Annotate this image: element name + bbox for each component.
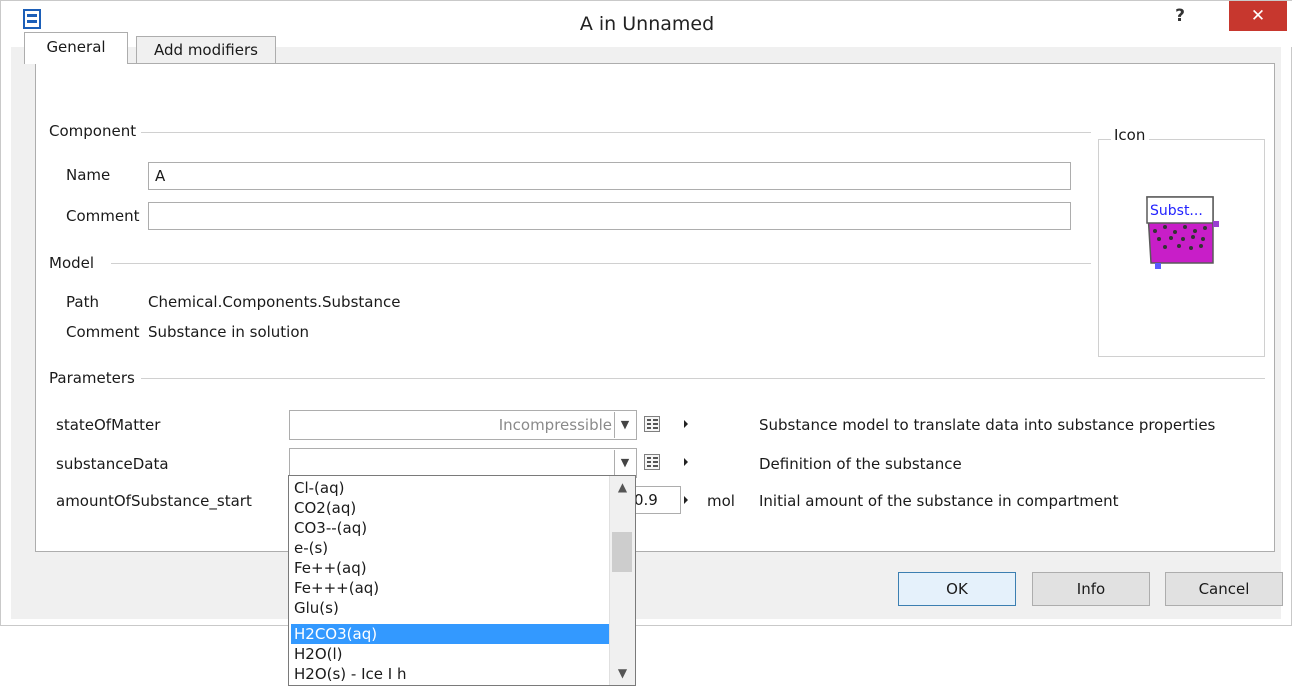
- path-value: Chemical.Components.Substance: [148, 293, 401, 311]
- help-button[interactable]: ?: [1160, 3, 1200, 29]
- dropdown-option[interactable]: CO2(aq): [291, 498, 612, 518]
- chevron-down-icon[interactable]: ▼: [614, 450, 635, 476]
- substancedata-dropdown-list[interactable]: Cl-(aq) CO2(aq) CO3--(aq) e-(s) Fe++(aq)…: [288, 475, 636, 686]
- comment-label: Comment: [66, 207, 140, 225]
- path-label: Path: [66, 293, 99, 311]
- param-name-amountofsubstance: amountOfSubstance_start: [56, 492, 252, 510]
- cancel-button[interactable]: Cancel: [1165, 572, 1283, 606]
- chevron-down-icon[interactable]: ▼: [614, 412, 635, 438]
- dropdown-option-selected[interactable]: H2CO3(aq): [291, 624, 612, 644]
- chevron-down-icon[interactable]: ▼: [610, 666, 635, 680]
- edit-params-icon[interactable]: [644, 416, 660, 432]
- icon-label: Subst...: [1150, 203, 1203, 219]
- dropdown-option[interactable]: e-(s): [291, 538, 612, 558]
- tab-add-modifiers[interactable]: Add modifiers: [136, 36, 276, 64]
- icon-group-label: Icon: [1111, 126, 1150, 144]
- dropdown-option[interactable]: Glu(s): [291, 598, 612, 618]
- model-comment-value: Substance in solution: [148, 323, 310, 341]
- tab-general[interactable]: General: [24, 32, 128, 64]
- window-title: A in Unnamed: [579, 13, 715, 35]
- scroll-thumb[interactable]: [612, 532, 632, 572]
- model-group-line: [111, 263, 1091, 264]
- dropdown-option[interactable]: H2O(s) - Ice I h: [291, 664, 612, 684]
- param-desc-substancedata: Definition of the substance: [759, 455, 962, 473]
- close-icon: ✕: [1250, 6, 1266, 26]
- dropdown-option[interactable]: Cl-(aq): [291, 478, 612, 498]
- info-button[interactable]: Info: [1032, 572, 1150, 606]
- param-desc-amountofsubstance: Initial amount of the substance in compa…: [759, 492, 1119, 510]
- model-group-label: Model: [49, 254, 99, 272]
- comment-field[interactable]: [148, 202, 1071, 230]
- component-group-line: [141, 132, 1091, 133]
- name-label: Name: [66, 166, 111, 184]
- ok-button[interactable]: OK: [898, 572, 1016, 606]
- substancedata-combo[interactable]: ▼: [289, 448, 637, 478]
- param-unit-amountofsubstance: mol: [707, 492, 735, 510]
- chevron-up-icon[interactable]: ▲: [610, 480, 635, 494]
- param-name-stateofmatter: stateOfMatter: [56, 416, 161, 434]
- parameters-group-line: [141, 378, 1265, 379]
- dialog-window: A in Unnamed ? ✕ General Add modifiers C…: [0, 0, 1293, 626]
- stateofmatter-combo[interactable]: Incompressible ▼: [289, 410, 637, 440]
- parameters-group-label: Parameters: [49, 369, 139, 387]
- triangle-right-icon[interactable]: [684, 458, 688, 466]
- component-group-label: Component: [49, 122, 141, 140]
- edit-params-icon[interactable]: [644, 454, 660, 470]
- dropdown-scrollbar[interactable]: ▲ ▼: [609, 476, 635, 685]
- name-field[interactable]: A: [148, 162, 1071, 190]
- triangle-right-icon[interactable]: [684, 420, 688, 428]
- stateofmatter-value: Incompressible: [498, 416, 612, 434]
- param-name-substancedata: substanceData: [56, 455, 169, 473]
- dropdown-option[interactable]: Fe+++(aq): [291, 578, 612, 598]
- dropdown-option[interactable]: H2O(l): [291, 644, 612, 664]
- model-comment-label: Comment: [66, 323, 140, 341]
- substance-beaker-icon[interactable]: Subst...: [1141, 193, 1227, 273]
- dropdown-option[interactable]: CO3--(aq): [291, 518, 612, 538]
- param-desc-stateofmatter: Substance model to translate data into s…: [759, 416, 1216, 434]
- dropdown-option[interactable]: Fe++(aq): [291, 558, 612, 578]
- triangle-right-icon[interactable]: [684, 496, 688, 504]
- close-button[interactable]: ✕: [1229, 1, 1287, 31]
- amountofsubstance-field[interactable]: 0.9: [631, 486, 681, 514]
